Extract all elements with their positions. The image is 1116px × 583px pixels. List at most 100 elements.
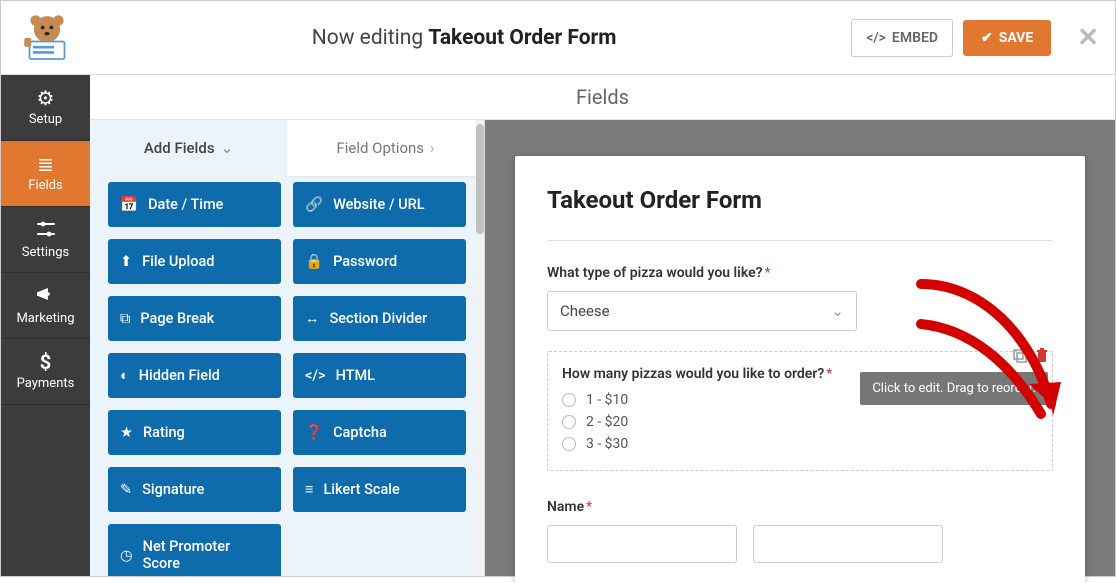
name-inputs (547, 525, 1053, 563)
field-signature[interactable]: ✎ Signature (108, 467, 281, 512)
field-website-label: Website / URL (333, 196, 425, 213)
tab-field-options[interactable]: Field Options › (287, 120, 484, 176)
field-page-break[interactable]: ⧉ Page Break (108, 296, 281, 341)
field-signature-label: Signature (142, 481, 204, 498)
close-icon[interactable]: ✕ (1077, 23, 1099, 53)
check-icon: ✔ (981, 30, 993, 46)
form-title: Takeout Order Form (547, 186, 1053, 214)
bullhorn-icon (36, 286, 56, 307)
field-buttons-grid: 📅 Date / Time 🔗 Website / URL ⬆File Upload… (90, 176, 484, 576)
upload-icon: ⬆ (120, 253, 132, 270)
field-nps[interactable]: ◷ Net Promoter Score (108, 524, 281, 576)
panel-scroll-thumb[interactable] (476, 124, 484, 234)
chevron-down-icon: ⌄ (831, 302, 844, 320)
dollar-icon: $ (40, 352, 51, 372)
edit-tooltip: Click to edit. Drag to reorder. (860, 372, 1048, 405)
radio-icon (562, 415, 576, 429)
link-icon: 🔗 (305, 196, 323, 213)
scale-icon: ≡ (305, 481, 313, 498)
required-marker: * (765, 265, 771, 281)
first-name-input[interactable] (547, 525, 737, 563)
preview-pane: Takeout Order Form What type of pizza wo… (485, 120, 1115, 576)
form-name: Takeout Order Form (428, 26, 616, 50)
required-marker: * (826, 366, 832, 382)
nav-settings-label: Settings (22, 245, 69, 260)
selected-field-block[interactable]: Click to edit. Drag to reorder. How many… (547, 351, 1053, 471)
top-bar: Now editing Takeout Order Form </> EMBED… (1, 1, 1115, 75)
pizza-type-value: Cheese (560, 302, 610, 320)
save-button[interactable]: ✔ SAVE (963, 20, 1051, 56)
nav-settings[interactable]: Settings (1, 207, 90, 273)
star-icon: ★ (120, 424, 133, 441)
field-nps-label: Net Promoter Score (143, 538, 269, 572)
nav-setup-label: Setup (29, 112, 62, 127)
field-section-divider[interactable]: ↔Section Divider (293, 296, 466, 341)
list-icon: ≣ (37, 154, 54, 174)
field-rating[interactable]: ★ Rating (108, 410, 281, 455)
calendar-icon: 📅 (120, 196, 138, 213)
duplicate-icon[interactable] (1012, 348, 1028, 364)
field-likert[interactable]: ≡ Likert Scale (293, 467, 466, 512)
tab-add-fields[interactable]: Add Fields ⌄ (90, 120, 287, 176)
field-hidden-label: Hidden Field (139, 367, 220, 384)
section-header: Fields (90, 75, 1115, 120)
code-icon: </> (305, 367, 326, 384)
chevron-right-icon: › (430, 139, 435, 157)
lock-icon: 🔒 (305, 253, 323, 270)
editing-prefix: Now editing (312, 26, 429, 50)
field-rating-label: Rating (143, 424, 185, 441)
question-icon: ❓ (305, 424, 323, 441)
field-captcha[interactable]: ❓ Captcha (293, 410, 466, 455)
nav-setup[interactable]: ⚙ Setup (1, 75, 90, 141)
nav-payments[interactable]: $ Payments (1, 339, 90, 405)
radio-icon (562, 393, 576, 407)
name-label: Name (547, 499, 584, 515)
fields-panel: Add Fields ⌄ Field Options › 📅 Date / Tim… (90, 120, 485, 576)
trash-icon[interactable] (1034, 348, 1050, 364)
last-name-input[interactable] (753, 525, 943, 563)
nav-fields[interactable]: ≣ Fields (1, 141, 90, 207)
main-area: Add Fields ⌄ Field Options › 📅 Date / Tim… (90, 120, 1115, 576)
code-icon: </> (866, 30, 886, 46)
pagebreak-icon: ⧉ (120, 310, 130, 327)
nav-payments-label: Payments (17, 376, 75, 391)
gauge-icon: ◷ (120, 547, 133, 564)
field-upload[interactable]: ⬆File Upload (108, 239, 281, 284)
field-hidden[interactable]: ◐Hidden Field (108, 353, 281, 398)
required-marker: * (586, 499, 592, 515)
field-actions (1012, 348, 1050, 364)
field-datetime[interactable]: 📅 Date / Time (108, 182, 281, 227)
field-captcha-label: Captcha (333, 424, 387, 441)
panel-tabs: Add Fields ⌄ Field Options › (90, 120, 484, 176)
qty-option-3[interactable]: 3 - $30 (562, 436, 1038, 452)
divider (547, 240, 1053, 241)
question-pizza-type-text: What type of pizza would you like? (547, 265, 763, 281)
chevron-down-icon: ⌄ (221, 139, 234, 157)
field-html[interactable]: </> HTML (293, 353, 466, 398)
field-html-label: HTML (336, 367, 375, 384)
qty-option-1-label: 1 - $10 (586, 392, 628, 408)
field-password-label: Password (333, 253, 397, 270)
nav-marketing-label: Marketing (16, 311, 74, 326)
embed-button[interactable]: </> EMBED (851, 19, 953, 57)
nav-marketing[interactable]: Marketing (1, 273, 90, 339)
field-website[interactable]: 🔗 Website / URL (293, 182, 466, 227)
field-section-label: Section Divider (330, 310, 428, 327)
qty-option-2[interactable]: 2 - $20 (562, 414, 1038, 430)
tab-field-options-label: Field Options (336, 139, 424, 157)
save-label: SAVE (999, 30, 1034, 46)
app-logo (17, 10, 77, 66)
pizza-type-select[interactable]: Cheese ⌄ (547, 291, 857, 331)
gear-icon: ⚙ (37, 88, 55, 108)
field-datetime-label: Date / Time (148, 196, 223, 213)
question-pizza-qty-text: How many pizzas would you like to order? (562, 366, 824, 382)
page-title: Now editing Takeout Order Form (77, 26, 851, 50)
field-password[interactable]: 🔒 Password (293, 239, 466, 284)
field-likert-label: Likert Scale (323, 481, 399, 498)
sliders-icon (36, 220, 56, 241)
panel-scrollbar[interactable] (476, 120, 484, 576)
field-pagebreak-label: Page Break (140, 310, 214, 327)
section-header-label: Fields (576, 85, 629, 109)
pencil-icon: ✎ (120, 481, 132, 498)
form-canvas[interactable]: Takeout Order Form What type of pizza wo… (515, 156, 1085, 583)
